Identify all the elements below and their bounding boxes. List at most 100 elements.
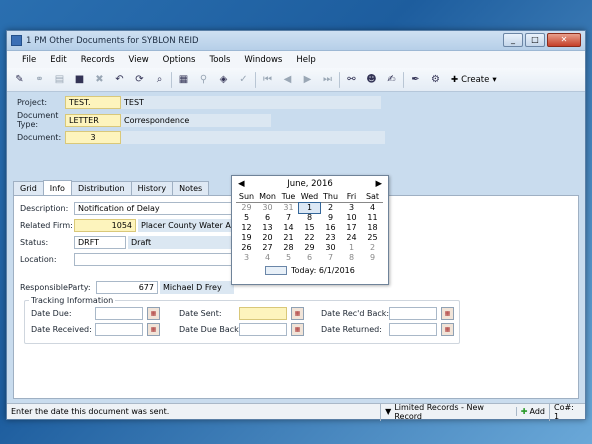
minimize-button[interactable]: _: [503, 33, 523, 47]
menu-records[interactable]: Records: [74, 55, 122, 65]
delete-icon[interactable]: ✖: [91, 71, 108, 88]
menu-tools[interactable]: Tools: [202, 55, 237, 65]
calendar-day[interactable]: 6: [257, 213, 278, 223]
calendar-day[interactable]: 24: [341, 233, 362, 243]
calendar-icon[interactable]: ▦: [441, 323, 454, 336]
date-due-back-field[interactable]: [239, 323, 287, 336]
users-icon[interactable]: ☻: [363, 71, 380, 88]
calendar-day[interactable]: 30: [257, 203, 278, 213]
menu-file[interactable]: File: [15, 55, 43, 65]
calendar-day[interactable]: 3: [341, 203, 362, 213]
menu-help[interactable]: Help: [289, 55, 322, 65]
calendar-icon[interactable]: ▦: [147, 307, 160, 320]
menu-windows[interactable]: Windows: [237, 55, 289, 65]
calendar-day[interactable]: 11: [362, 213, 383, 223]
menu-options[interactable]: Options: [156, 55, 203, 65]
calendar-day[interactable]: 18: [362, 223, 383, 233]
date-due-field[interactable]: [95, 307, 143, 320]
document-number-field[interactable]: 3: [65, 130, 121, 144]
related-firm-number-field[interactable]: 1054: [74, 219, 136, 232]
calendar-day[interactable]: 28: [278, 243, 299, 253]
print-icon[interactable]: ▤: [51, 71, 68, 88]
calendar-day[interactable]: 17: [341, 223, 362, 233]
next-record-icon[interactable]: ▶: [299, 71, 316, 88]
calendar-day[interactable]: 5: [236, 213, 257, 223]
calendar-day[interactable]: 5: [278, 253, 299, 263]
doctype-code-field[interactable]: LETTER: [65, 113, 121, 127]
calendar-day[interactable]: 13: [257, 223, 278, 233]
edit-icon[interactable]: ✎: [11, 71, 28, 88]
save-icon[interactable]: ■: [71, 71, 88, 88]
search-icon[interactable]: ⌕: [151, 71, 168, 88]
calendar-day[interactable]: 23: [320, 233, 341, 243]
today-row[interactable]: Today: 6/1/2016: [232, 266, 388, 275]
calendar-day[interactable]: 2: [320, 203, 341, 213]
status-code-field[interactable]: DRFT: [74, 236, 126, 249]
create-button[interactable]: ✚ Create ▾: [447, 75, 501, 85]
pen-icon[interactable]: ✒: [407, 71, 424, 88]
first-record-icon[interactable]: ⏮: [259, 71, 276, 88]
maximize-button[interactable]: □: [525, 33, 545, 47]
link-icon[interactable]: ⚯: [343, 71, 360, 88]
responsible-number-field[interactable]: 677: [96, 281, 158, 294]
calendar-day[interactable]: 2: [362, 243, 383, 253]
date-recd-back-field[interactable]: [389, 307, 437, 320]
calendar-day[interactable]: 19: [236, 233, 257, 243]
location-field[interactable]: [74, 253, 234, 266]
refresh-icon[interactable]: ⟳: [131, 71, 148, 88]
calendar-day[interactable]: 22: [299, 233, 320, 243]
calendar-day[interactable]: 3: [236, 253, 257, 263]
attach-icon[interactable]: ⚲: [195, 71, 212, 88]
calendar-day[interactable]: 16: [320, 223, 341, 233]
date-sent-field[interactable]: [239, 307, 287, 320]
date-returned-field[interactable]: [389, 323, 437, 336]
spellcheck-icon[interactable]: ✓: [235, 71, 252, 88]
calendar-day[interactable]: 30: [320, 243, 341, 253]
zoom-icon[interactable]: ⚙: [427, 71, 444, 88]
add-button[interactable]: ✚ Add: [515, 407, 549, 416]
calendar-day[interactable]: 29: [236, 203, 257, 213]
tab-distribution[interactable]: Distribution: [70, 181, 132, 195]
calendar-icon[interactable]: ▦: [291, 323, 304, 336]
calendar-day[interactable]: 20: [257, 233, 278, 243]
undo-icon[interactable]: ↶: [111, 71, 128, 88]
calendar-day[interactable]: 26: [236, 243, 257, 253]
calendar-day[interactable]: 21: [278, 233, 299, 243]
calendar-day[interactable]: 9: [362, 253, 383, 263]
calendar-day[interactable]: 14: [278, 223, 299, 233]
calendar-day[interactable]: 4: [362, 203, 383, 213]
menu-edit[interactable]: Edit: [43, 55, 73, 65]
next-month-icon[interactable]: ▶: [375, 179, 382, 189]
last-record-icon[interactable]: ⏭: [319, 71, 336, 88]
menu-view[interactable]: View: [122, 55, 156, 65]
layers-icon[interactable]: ◈: [215, 71, 232, 88]
tab-history[interactable]: History: [130, 181, 174, 195]
calendar-day[interactable]: 6: [299, 253, 320, 263]
date-received-field[interactable]: [95, 323, 143, 336]
tab-grid[interactable]: Grid: [13, 181, 44, 195]
calendar-day[interactable]: 10: [341, 213, 362, 223]
calendar-day[interactable]: 12: [236, 223, 257, 233]
calendar-day[interactable]: 7: [320, 253, 341, 263]
calendar-day[interactable]: 29: [299, 243, 320, 253]
calendar-day[interactable]: 1: [341, 243, 362, 253]
calendar-day[interactable]: 31: [278, 203, 299, 213]
tab-info[interactable]: Info: [42, 180, 72, 195]
tab-notes[interactable]: Notes: [172, 181, 210, 195]
calendar-day[interactable]: 25: [362, 233, 383, 243]
handshake-icon[interactable]: ⚭: [31, 71, 48, 88]
calendar-day[interactable]: 15: [299, 223, 320, 233]
project-code-field[interactable]: TEST.: [65, 95, 121, 109]
calendar-day[interactable]: 4: [257, 253, 278, 263]
calendar-icon[interactable]: ▦: [147, 323, 160, 336]
calendar-day[interactable]: 7: [278, 213, 299, 223]
calendar-day[interactable]: 27: [257, 243, 278, 253]
calculator-icon[interactable]: ▦: [175, 71, 192, 88]
prev-month-icon[interactable]: ◀: [238, 179, 245, 189]
calendar-day-selected[interactable]: 1: [298, 202, 321, 214]
notes-icon[interactable]: ✍: [383, 71, 400, 88]
calendar-day[interactable]: 9: [320, 213, 341, 223]
close-button[interactable]: ✕: [547, 33, 581, 47]
calendar-icon[interactable]: ▦: [291, 307, 304, 320]
prev-record-icon[interactable]: ◀: [279, 71, 296, 88]
